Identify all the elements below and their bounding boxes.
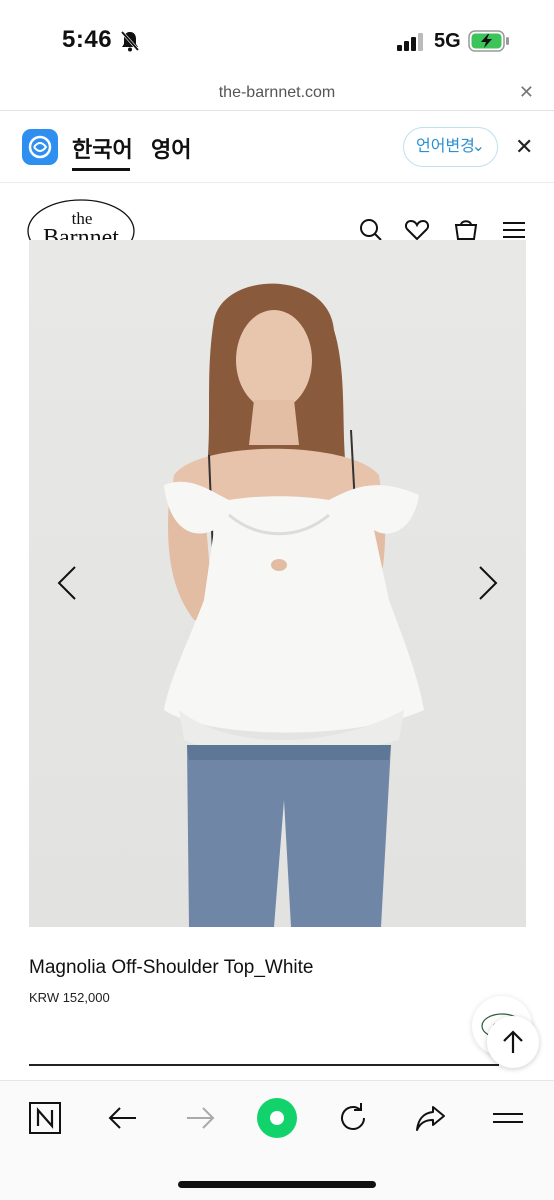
- forward-icon[interactable]: [183, 1101, 217, 1135]
- url-text[interactable]: the-barnnet.com: [0, 84, 554, 102]
- home-indicator[interactable]: [178, 1181, 376, 1188]
- status-bar: 5:46 5G: [0, 0, 554, 80]
- product-price: KRW 152,000: [29, 990, 110, 1005]
- naver-icon[interactable]: [28, 1101, 62, 1135]
- share-icon[interactable]: [413, 1101, 447, 1135]
- url-bar[interactable]: the-barnnet.com ✕: [0, 80, 554, 110]
- divider: [0, 182, 554, 183]
- change-language-button[interactable]: 언어변경 ⌄: [403, 127, 498, 167]
- refresh-icon[interactable]: [336, 1101, 370, 1135]
- translate-bar: 한국어 영어 언어변경 ⌄ ✕: [0, 112, 554, 182]
- bell-off-icon: [120, 31, 140, 52]
- close-icon[interactable]: ✕: [519, 82, 534, 103]
- product-photo: [164, 283, 424, 927]
- divider: [29, 1064, 499, 1066]
- chevron-down-icon: ⌄: [471, 138, 485, 155]
- change-language-label: 언어변경: [416, 138, 475, 155]
- status-time: 5:46: [62, 26, 113, 53]
- battery-charging-icon: [468, 30, 509, 52]
- green-dot-icon[interactable]: [256, 1097, 298, 1139]
- signal-icon: [397, 33, 423, 51]
- product-image[interactable]: [29, 240, 526, 927]
- toolbar-menu-icon[interactable]: [491, 1101, 525, 1135]
- translate-app-icon[interactable]: [22, 129, 58, 165]
- scroll-to-top-button[interactable]: [487, 1016, 539, 1068]
- product-name: Magnolia Off-Shoulder Top_White: [29, 957, 314, 978]
- divider: [0, 110, 554, 111]
- carousel-next-icon[interactable]: [476, 565, 500, 601]
- tab-korean[interactable]: 한국어: [72, 132, 133, 164]
- carousel-prev-icon[interactable]: [55, 565, 79, 601]
- network-label: 5G: [434, 30, 461, 52]
- translate-close-icon[interactable]: ✕: [515, 134, 533, 160]
- tab-english[interactable]: 영어: [151, 132, 191, 164]
- active-tab-indicator: [72, 168, 130, 171]
- back-icon[interactable]: [106, 1101, 140, 1135]
- arrow-up-icon: [503, 1030, 523, 1053]
